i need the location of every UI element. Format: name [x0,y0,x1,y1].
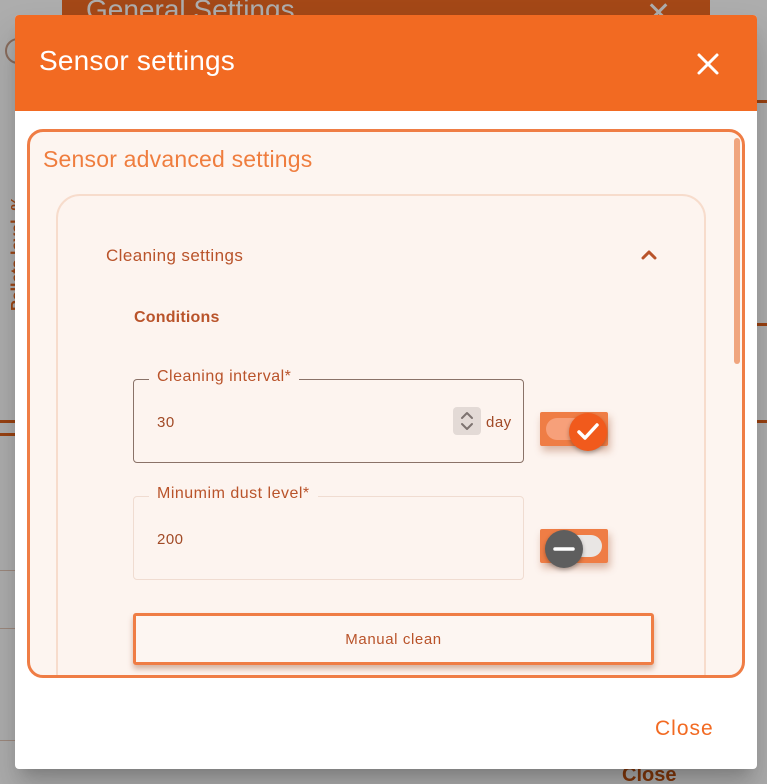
toggle-track [545,530,602,568]
minimum-dust-level-input[interactable]: 200 [157,531,184,548]
scrollbar[interactable] [734,138,740,364]
dialog-title: Sensor settings [39,45,235,76]
toggle-knob [569,413,607,451]
cleaning-settings-card: Cleaning settings Conditions Cleaning in… [56,194,706,675]
toggle-track [546,413,607,451]
cleaning-interval-label: Cleaning interval* [149,368,300,386]
close-icon[interactable] [691,47,725,81]
close-button[interactable]: Close [655,717,714,741]
advanced-settings-panel: Sensor advanced settings Cleaning settin… [27,129,745,678]
minimum-dust-level-label: Minumim dust level* [149,485,318,503]
chevron-up-icon[interactable] [638,244,660,266]
cleaning-interval-field[interactable]: Cleaning interval* 30 day [133,368,524,463]
spinner-arrows-icon[interactable] [453,407,481,435]
manual-clean-button[interactable]: Manual clean [133,613,654,665]
minus-icon [553,547,575,551]
panel-title: Sensor advanced settings [43,146,313,172]
cleaning-interval-input[interactable]: 30 [157,414,175,431]
minimum-dust-level-field[interactable]: Minumim dust level* 200 [133,485,524,580]
toggle-knob [545,530,583,568]
check-icon [577,423,599,440]
cleaning-interval-toggle[interactable] [540,412,608,451]
sensor-settings-dialog: Sensor settings Sensor advanced settings… [15,15,757,769]
interval-unit: day [486,414,512,431]
minimum-dust-level-toggle[interactable] [540,529,608,568]
conditions-heading: Conditions [134,309,220,326]
dialog-header: Sensor settings [15,15,757,111]
section-header[interactable]: Cleaning settings [106,246,243,266]
